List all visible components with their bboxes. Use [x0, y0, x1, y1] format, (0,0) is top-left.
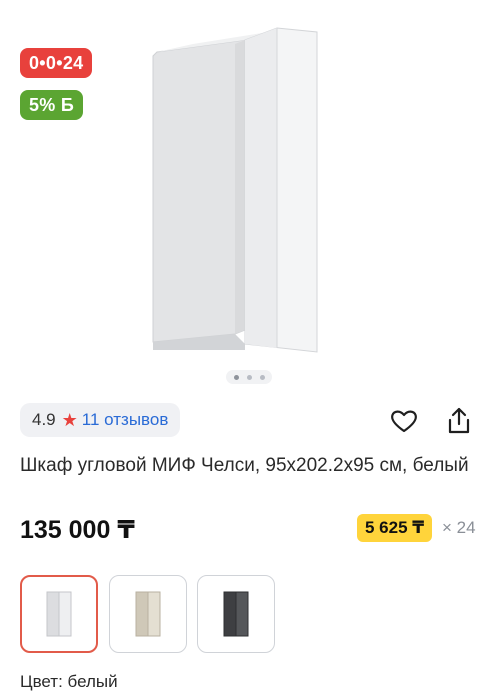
pagination-dot — [260, 375, 265, 380]
variant-swatch-dark[interactable] — [197, 575, 275, 653]
color-label: Цвет: белый — [20, 672, 118, 691]
monthly-payment-badge[interactable]: 5 625 ₸ — [357, 514, 433, 542]
heart-icon[interactable] — [389, 406, 419, 436]
gallery-pagination — [226, 370, 272, 384]
product-image[interactable] — [145, 20, 321, 356]
product-gallery[interactable]: 0•0•24 5% Б — [0, 0, 496, 392]
bonus-badge: 5% Б — [20, 90, 84, 120]
installment-badge: 0•0•24 — [20, 48, 93, 78]
rating-reviews-pill[interactable]: 4.9 ★ 11 отзывов — [20, 403, 181, 437]
variant-swatch-beige[interactable] — [109, 575, 187, 653]
variant-thumbnail — [223, 591, 249, 637]
star-icon: ★ — [61, 409, 78, 430]
pagination-dot — [247, 375, 252, 380]
reviews-link[interactable]: 11 отзывов — [82, 410, 169, 430]
variant-thumbnail — [135, 591, 161, 637]
variant-thumbnail — [46, 591, 72, 637]
product-title: Шкаф угловой МИФ Челси, 95x202.2x95 см, … — [20, 455, 469, 476]
share-icon[interactable] — [444, 406, 474, 436]
rating-value: 4.9 — [32, 410, 56, 429]
variant-swatch-white[interactable] — [20, 575, 98, 653]
product-price: 135 000 ₸ — [20, 516, 135, 544]
pagination-dot — [234, 375, 239, 380]
installment-months: × 24 — [442, 518, 476, 537]
